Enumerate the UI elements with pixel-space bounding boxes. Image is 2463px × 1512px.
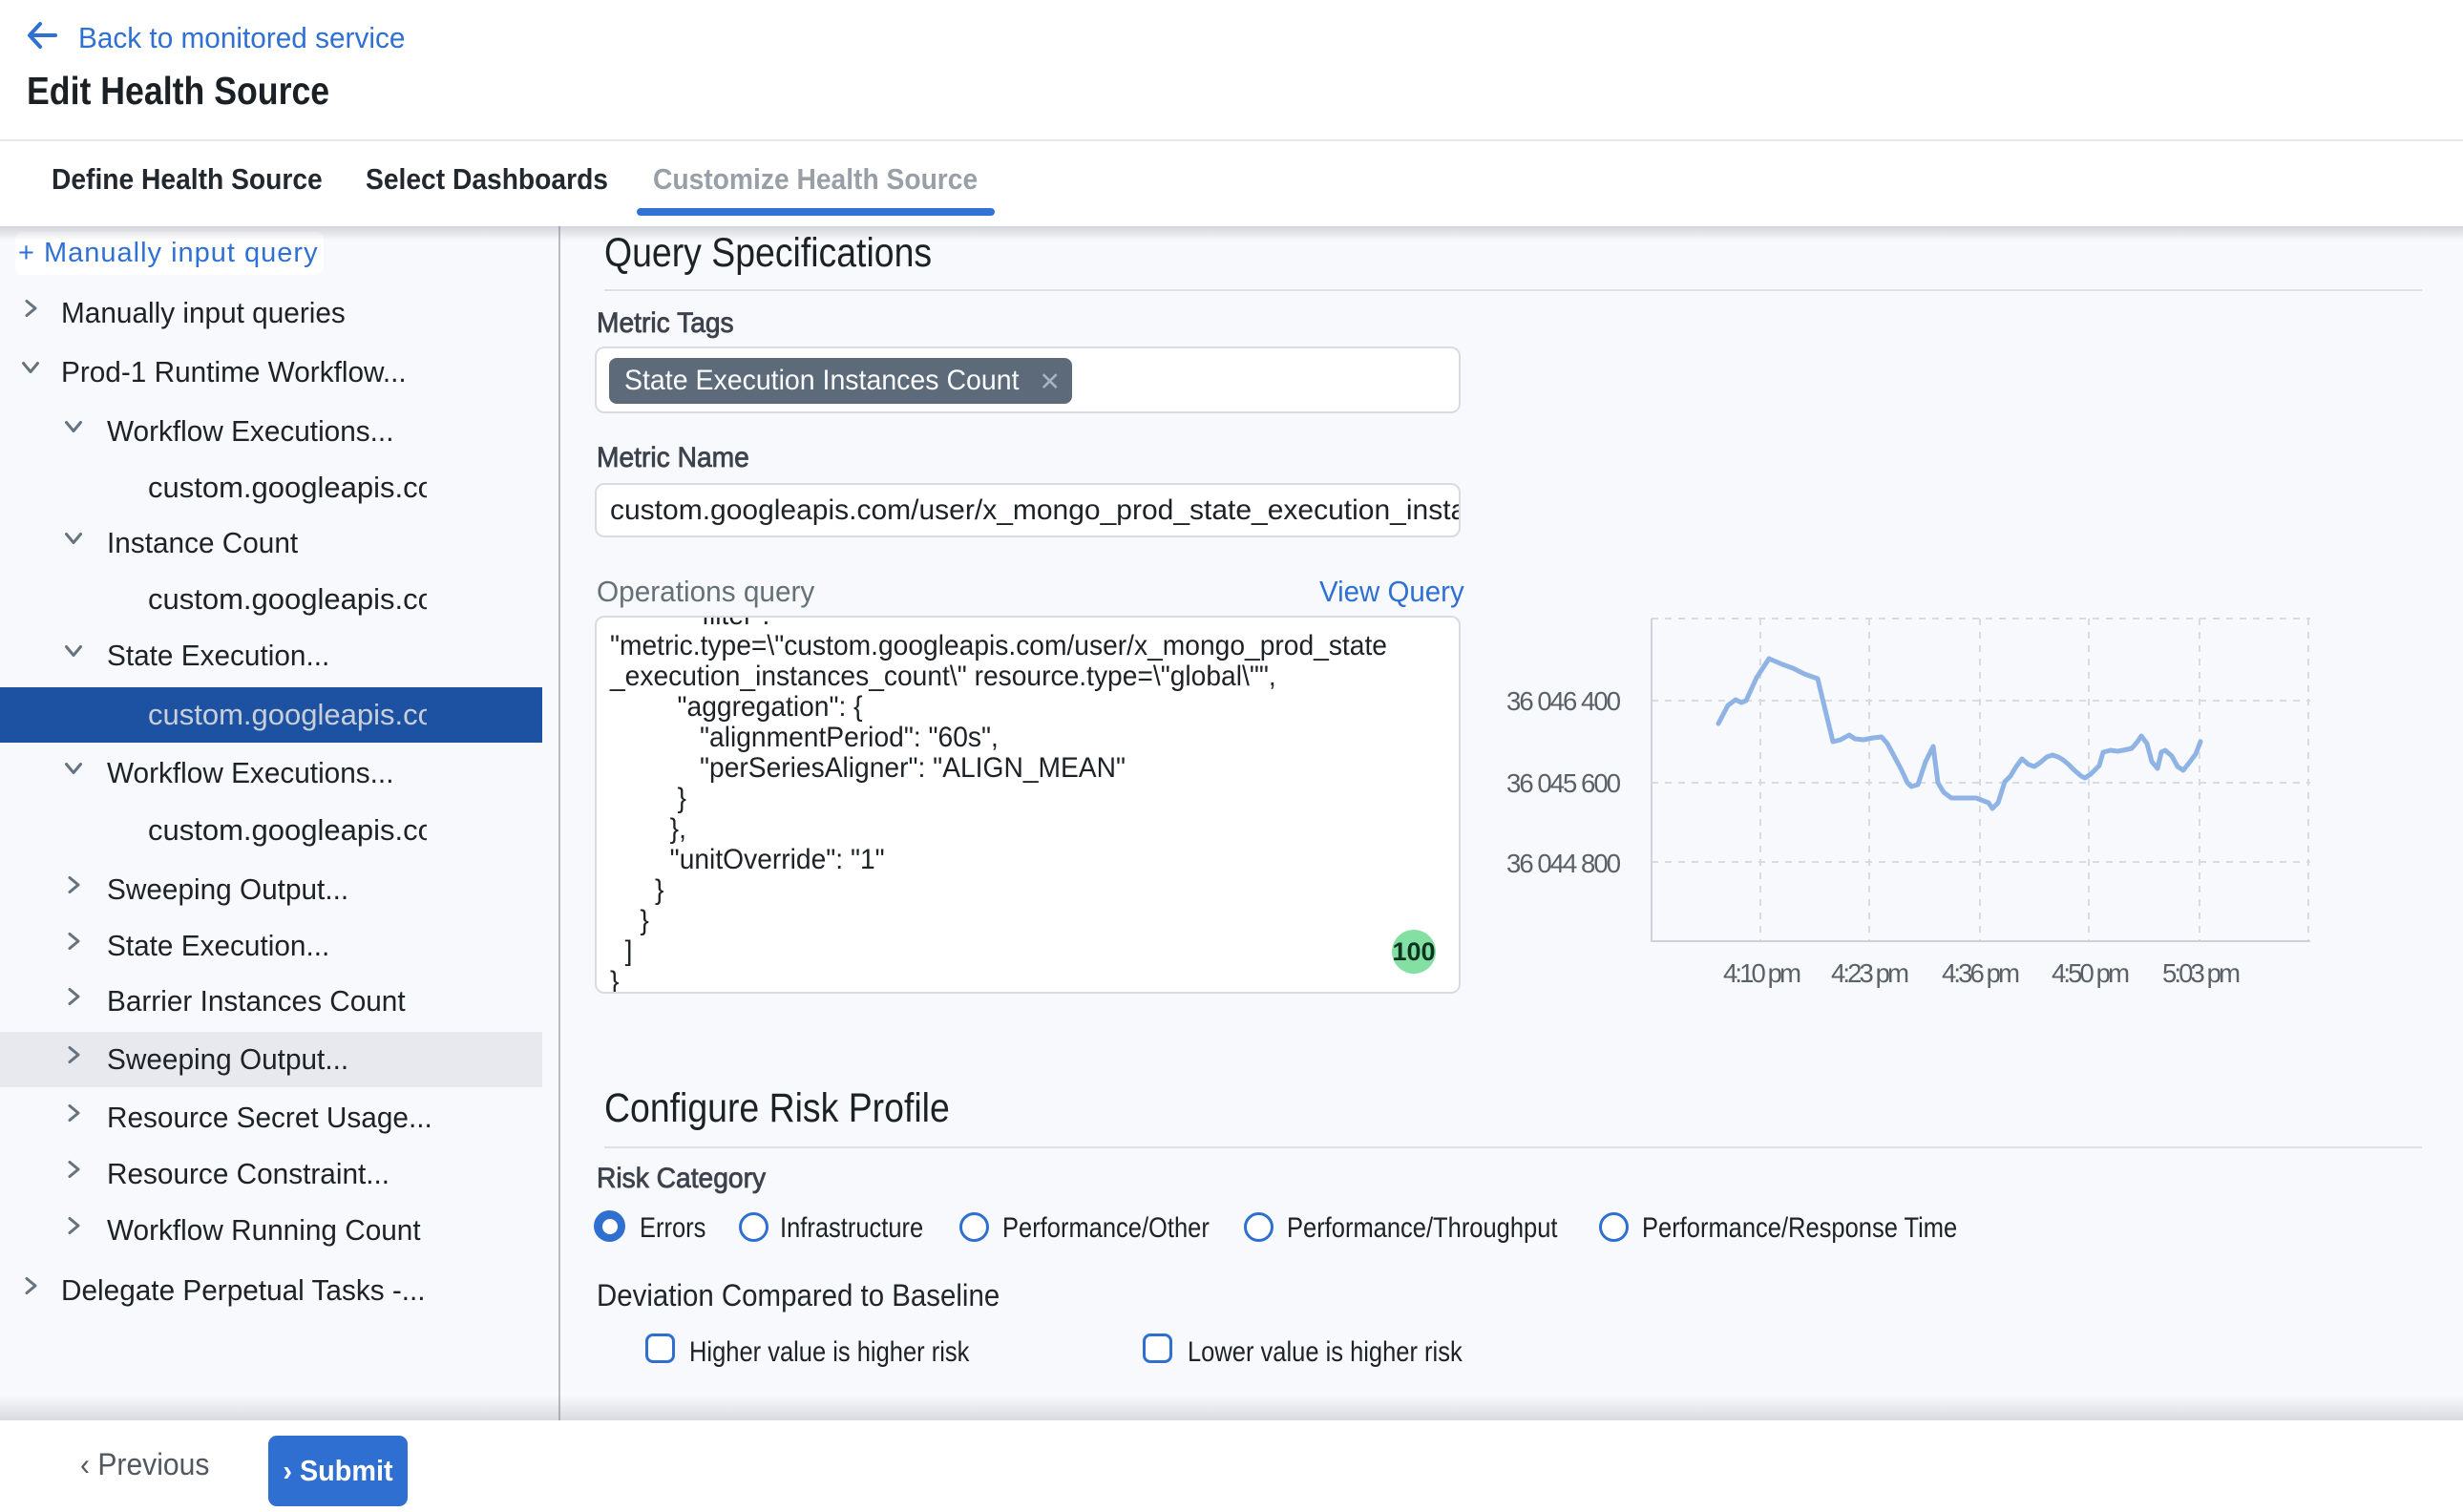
svg-text:36 044 800: 36 044 800: [1506, 849, 1621, 878]
svg-text:5:03 pm: 5:03 pm: [2162, 958, 2241, 988]
svg-text:4:23 pm: 4:23 pm: [1831, 958, 1909, 988]
svg-text:4:50 pm: 4:50 pm: [2052, 958, 2130, 988]
svg-text:36 046 400: 36 046 400: [1506, 686, 1621, 716]
svg-text:36 045 600: 36 045 600: [1506, 768, 1621, 798]
svg-text:4:10 pm: 4:10 pm: [1723, 958, 1801, 988]
svg-text:4:36 pm: 4:36 pm: [1942, 958, 2020, 988]
